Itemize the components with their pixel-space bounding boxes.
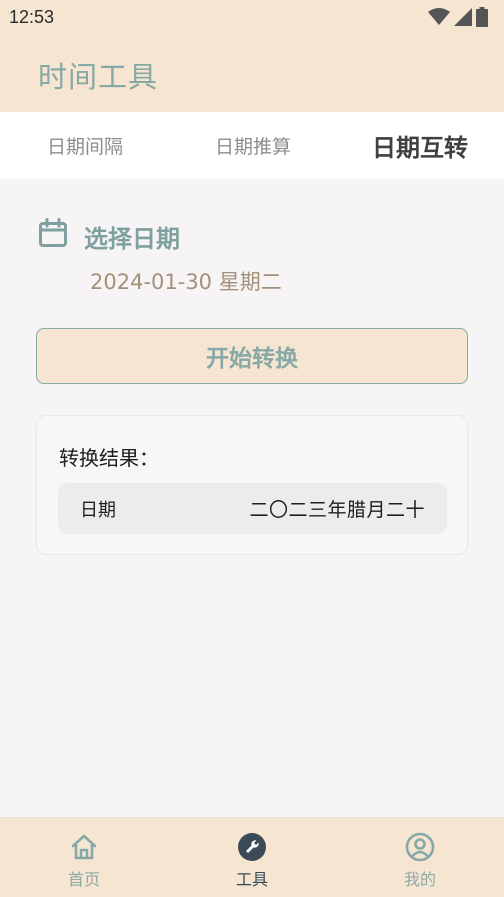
nav-label-profile: 我的 (403, 870, 436, 889)
result-row-value: 二〇二三年腊月二十 (249, 499, 425, 521)
tab-date-interval[interactable]: 日期间隔 (0, 112, 170, 179)
result-heading: 转换结果： (59, 446, 159, 470)
result-row: 日期 二〇二三年腊月二十 (58, 483, 447, 534)
select-date-title: 选择日期 (84, 225, 180, 253)
app-title: 时间工具 (38, 60, 159, 94)
signal-icon (454, 8, 472, 26)
calendar-icon (38, 218, 68, 252)
result-card: 转换结果： 日期 二〇二三年腊月二十 (36, 415, 468, 555)
tab-date-conversion[interactable]: 日期互转 (336, 112, 504, 179)
tab-date-calculation[interactable]: 日期推算 (168, 112, 338, 179)
home-icon (70, 832, 98, 862)
wrench-icon (237, 832, 267, 862)
bottom-nav: 首页 工具 我的 (0, 817, 504, 897)
profile-icon (405, 832, 435, 862)
tab-bar: 日期间隔 日期推算 日期互转 (0, 112, 504, 179)
nav-item-home[interactable]: 首页 (0, 818, 168, 897)
result-row-label: 日期 (80, 499, 116, 521)
status-time: 12:53 (9, 6, 55, 27)
battery-icon (476, 7, 488, 27)
wifi-icon (428, 8, 450, 25)
app-bar: 时间工具 (0, 34, 504, 112)
status-bar: 12:53 (0, 0, 504, 34)
selected-date-value[interactable]: 2024-01-30 星期二 (90, 266, 282, 296)
status-icons (428, 7, 488, 27)
nav-item-profile[interactable]: 我的 (336, 818, 504, 897)
start-conversion-button[interactable]: 开始转换 (36, 328, 468, 384)
nav-item-tools[interactable]: 工具 (168, 818, 336, 897)
nav-label-home: 首页 (67, 870, 100, 889)
nav-label-tools: 工具 (235, 870, 268, 889)
